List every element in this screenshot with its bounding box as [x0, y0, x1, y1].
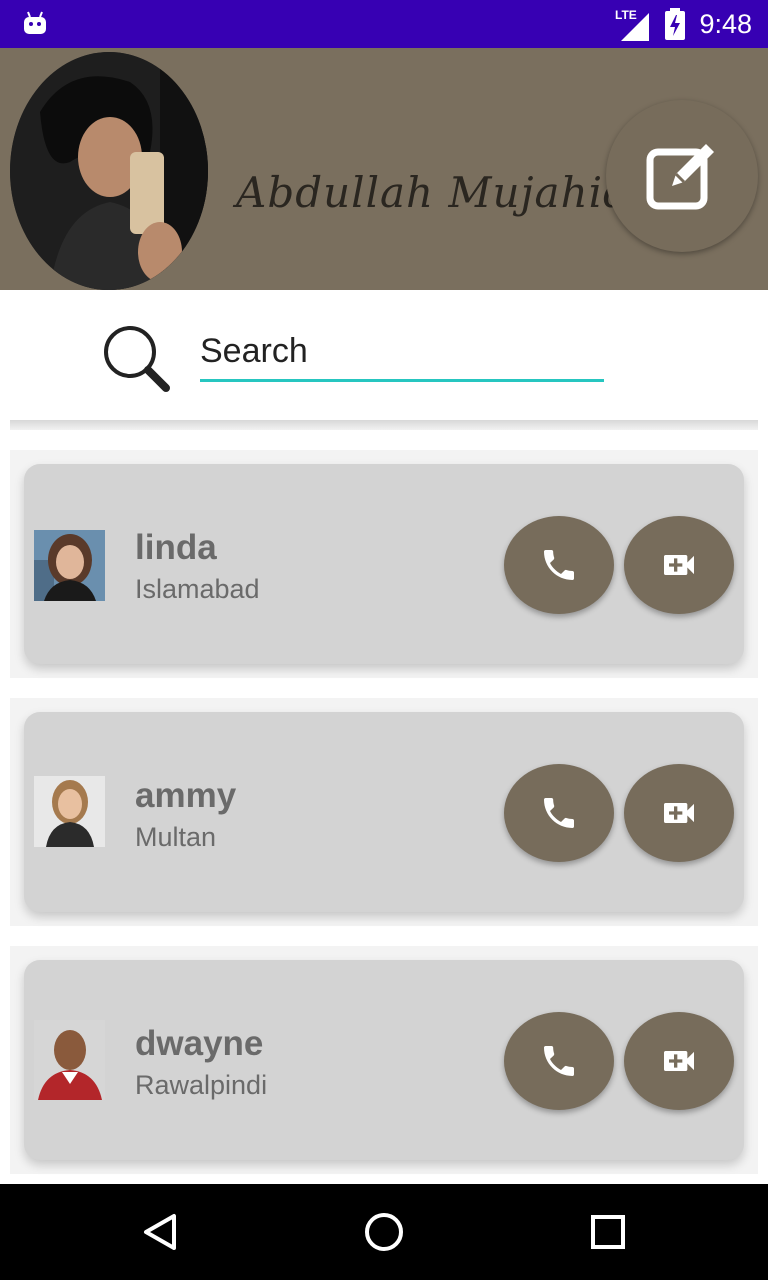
back-triangle-icon[interactable]: [136, 1208, 184, 1256]
edit-profile-button[interactable]: [606, 100, 758, 252]
contact-name: ammy: [135, 776, 237, 815]
contact-city: Islamabad: [135, 574, 260, 604]
status-time: 9:48: [699, 8, 752, 39]
search-input[interactable]: [200, 330, 604, 382]
android-notification-icon: [24, 11, 46, 34]
video-call-button[interactable]: [624, 1012, 734, 1110]
search-divider: [10, 420, 758, 430]
contact-avatar: [34, 1020, 105, 1100]
profile-avatar[interactable]: [10, 52, 208, 290]
profile-header: Abdullah Mujahid: [0, 48, 768, 290]
call-button[interactable]: [504, 764, 614, 862]
call-button[interactable]: [504, 1012, 614, 1110]
profile-name: Abdullah Mujahid: [236, 168, 631, 217]
list-item: linda Islamabad: [10, 450, 758, 678]
profile-photo: [10, 52, 208, 290]
status-bar: LTE 9:48: [0, 0, 768, 48]
contact-card[interactable]: dwayne Rawalpindi: [24, 960, 744, 1160]
contact-card[interactable]: ammy Multan: [24, 712, 744, 912]
video-call-icon: [664, 1051, 694, 1071]
contact-name: dwayne: [135, 1024, 264, 1063]
recents-square-icon[interactable]: [584, 1208, 632, 1256]
edit-icon: [646, 144, 714, 210]
video-call-icon: [664, 803, 694, 823]
contact-city: Rawalpindi: [135, 1070, 268, 1100]
battery-charging-icon: [665, 8, 686, 40]
list-item: ammy Multan: [10, 698, 758, 926]
contact-city: Multan: [135, 822, 217, 852]
phone-icon: [544, 1046, 574, 1076]
search-icon[interactable]: [100, 322, 172, 394]
contact-avatar: [34, 530, 105, 601]
contact-card[interactable]: linda Islamabad: [24, 464, 744, 664]
network-type-label: LTE: [615, 8, 637, 22]
phone-icon: [544, 550, 574, 580]
video-call-button[interactable]: [624, 516, 734, 614]
lte-signal-icon: LTE: [615, 8, 650, 41]
search-area: [0, 290, 768, 420]
contact-avatar: [34, 776, 105, 847]
contact-photo: [34, 776, 105, 847]
video-call-button[interactable]: [624, 764, 734, 862]
contact-name: linda: [135, 528, 217, 567]
list-item: dwayne Rawalpindi: [10, 946, 758, 1174]
contact-photo: [34, 530, 105, 601]
home-circle-icon[interactable]: [360, 1208, 408, 1256]
navigation-bar: [0, 1184, 768, 1280]
contact-photo: [34, 1020, 105, 1100]
call-button[interactable]: [504, 516, 614, 614]
phone-icon: [544, 798, 574, 828]
video-call-icon: [664, 555, 694, 575]
